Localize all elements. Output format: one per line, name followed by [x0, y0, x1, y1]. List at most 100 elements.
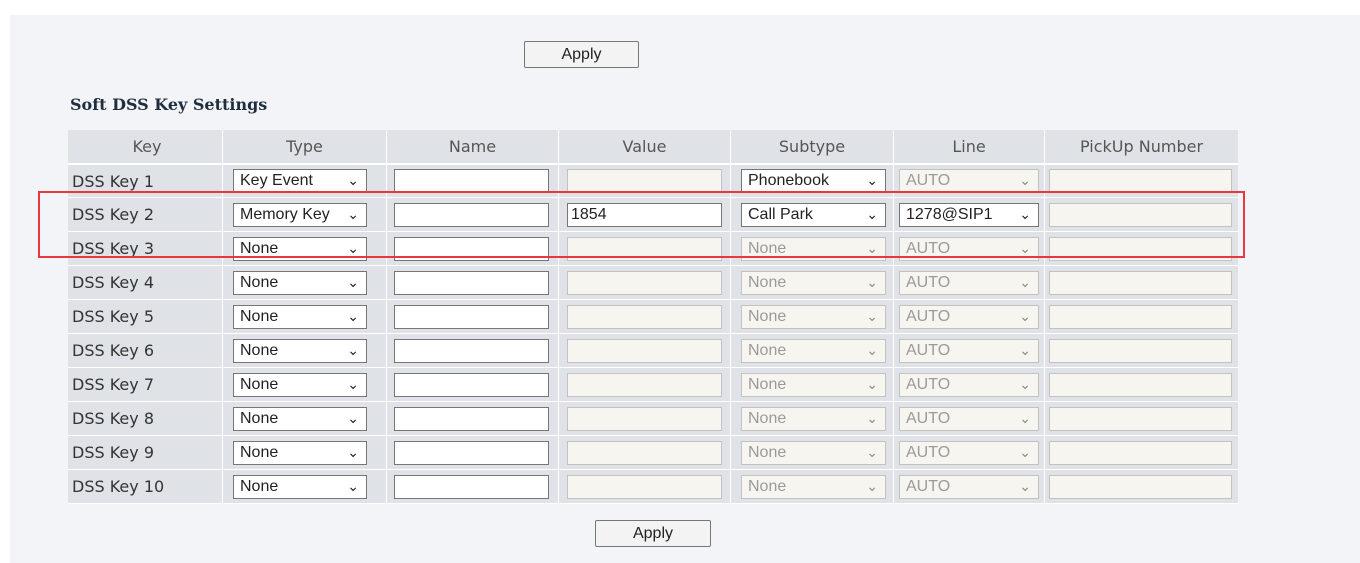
subtype-cell: None ⌄: [731, 402, 894, 435]
line-select-value: AUTO: [906, 273, 951, 291]
name-input[interactable]: [394, 406, 549, 431]
subtype-select-value: None: [748, 375, 787, 393]
chevron-down-icon: ⌄: [866, 443, 878, 460]
key-label: DSS Key 4: [72, 273, 154, 292]
table-row: DSS Key 3 None ⌄ None ⌄ AUTO ⌄: [68, 232, 1238, 266]
line-cell: AUTO ⌄: [894, 266, 1045, 299]
line-select: AUTO ⌄: [899, 474, 1039, 499]
name-input[interactable]: [394, 202, 549, 227]
pickup-cell: [1045, 402, 1238, 435]
column-header-type: Type: [223, 130, 387, 163]
column-header-value: Value: [559, 130, 731, 163]
name-input[interactable]: [394, 372, 549, 397]
chevron-down-icon: ⌄: [347, 443, 359, 460]
name-cell: [387, 402, 559, 435]
key-cell: DSS Key 8: [68, 402, 223, 435]
line-select-value: AUTO: [906, 307, 951, 325]
table-row: DSS Key 9 None ⌄ None ⌄ AUTO ⌄: [68, 436, 1238, 470]
chevron-down-icon: ⌄: [866, 307, 878, 324]
name-input[interactable]: [394, 236, 549, 261]
pickup-number-input: [1049, 304, 1232, 329]
pickup-cell: [1045, 165, 1238, 197]
type-cell: None ⌄: [223, 470, 387, 503]
name-input[interactable]: [394, 338, 549, 363]
value-input: [567, 474, 722, 499]
type-select[interactable]: None ⌄: [233, 338, 367, 363]
subtype-select[interactable]: Call Park ⌄: [741, 202, 886, 227]
name-input[interactable]: [394, 270, 549, 295]
chevron-down-icon: ⌄: [1019, 239, 1031, 256]
table-header: Key Type Name Value Subtype Line PickUp …: [68, 130, 1238, 165]
chevron-down-icon: ⌄: [347, 239, 359, 256]
line-select[interactable]: 1278@SIP1 ⌄: [899, 202, 1039, 227]
line-select-value: AUTO: [906, 477, 951, 495]
type-cell: None ⌄: [223, 334, 387, 367]
type-cell: None ⌄: [223, 300, 387, 333]
key-label: DSS Key 5: [72, 307, 154, 326]
line-select: AUTO ⌄: [899, 338, 1039, 363]
type-select[interactable]: None ⌄: [233, 474, 367, 499]
column-header-pickup-number: PickUp Number: [1079, 137, 1204, 156]
type-select-value: None: [240, 477, 279, 495]
key-cell: DSS Key 1: [68, 165, 223, 197]
key-cell: DSS Key 4: [68, 266, 223, 299]
subtype-select: None ⌄: [741, 270, 886, 295]
type-select-value: Key Event: [240, 172, 313, 189]
type-select[interactable]: None ⌄: [233, 270, 367, 295]
value-cell: [559, 266, 731, 299]
chevron-down-icon: ⌄: [347, 273, 359, 290]
value-cell: [559, 300, 731, 333]
type-select[interactable]: None ⌄: [233, 440, 367, 465]
type-select-value: None: [240, 443, 279, 461]
type-select-value: None: [240, 341, 279, 359]
name-input[interactable]: [394, 440, 549, 465]
name-cell: [387, 368, 559, 401]
subtype-cell: Call Park ⌄: [731, 198, 894, 231]
name-input[interactable]: [394, 474, 549, 499]
chevron-down-icon: ⌄: [347, 477, 359, 494]
name-input[interactable]: [394, 169, 549, 193]
type-select[interactable]: None ⌄: [233, 406, 367, 431]
type-select[interactable]: None ⌄: [233, 236, 367, 261]
key-label: DSS Key 6: [72, 341, 154, 360]
table-row: DSS Key 6 None ⌄ None ⌄ AUTO ⌄: [68, 334, 1238, 368]
type-select[interactable]: None ⌄: [233, 372, 367, 397]
chevron-down-icon: ⌄: [866, 172, 878, 188]
type-select[interactable]: None ⌄: [233, 304, 367, 329]
apply-button-top[interactable]: Apply: [524, 41, 639, 68]
subtype-cell: None ⌄: [731, 470, 894, 503]
apply-button-bottom[interactable]: Apply: [595, 520, 711, 547]
line-select: AUTO ⌄: [899, 270, 1039, 295]
name-input[interactable]: [394, 304, 549, 329]
pickup-number-input: [1049, 406, 1232, 431]
type-cell: None ⌄: [223, 368, 387, 401]
table-row: DSS Key 7 None ⌄ None ⌄ AUTO ⌄: [68, 368, 1238, 402]
line-select-value: AUTO: [906, 239, 951, 257]
pickup-cell: [1045, 232, 1238, 265]
line-cell: AUTO ⌄: [894, 334, 1045, 367]
name-cell: [387, 436, 559, 469]
line-select: AUTO ⌄: [899, 440, 1039, 465]
value-input: [567, 304, 722, 329]
type-select-value: Memory Key: [240, 205, 330, 223]
subtype-select-value: None: [748, 273, 787, 291]
key-cell: DSS Key 3: [68, 232, 223, 265]
value-cell: [559, 402, 731, 435]
type-select-value: None: [240, 375, 279, 393]
subtype-select: None ⌄: [741, 440, 886, 465]
type-select[interactable]: Memory Key ⌄: [233, 202, 367, 227]
table-row: DSS Key 5 None ⌄ None ⌄ AUTO ⌄: [68, 300, 1238, 334]
subtype-select[interactable]: Phonebook ⌄: [741, 169, 886, 193]
column-header-key: Key: [68, 130, 223, 163]
type-select[interactable]: Key Event ⌄: [233, 169, 367, 193]
value-input[interactable]: 1854: [567, 202, 722, 227]
value-cell: [559, 368, 731, 401]
name-cell: [387, 470, 559, 503]
name-cell: [387, 232, 559, 265]
chevron-down-icon: ⌄: [347, 341, 359, 358]
pickup-number-input: [1049, 440, 1232, 465]
type-cell: Memory Key ⌄: [223, 198, 387, 231]
key-label: DSS Key 7: [72, 375, 154, 394]
name-cell: [387, 300, 559, 333]
type-cell: None ⌄: [223, 232, 387, 265]
